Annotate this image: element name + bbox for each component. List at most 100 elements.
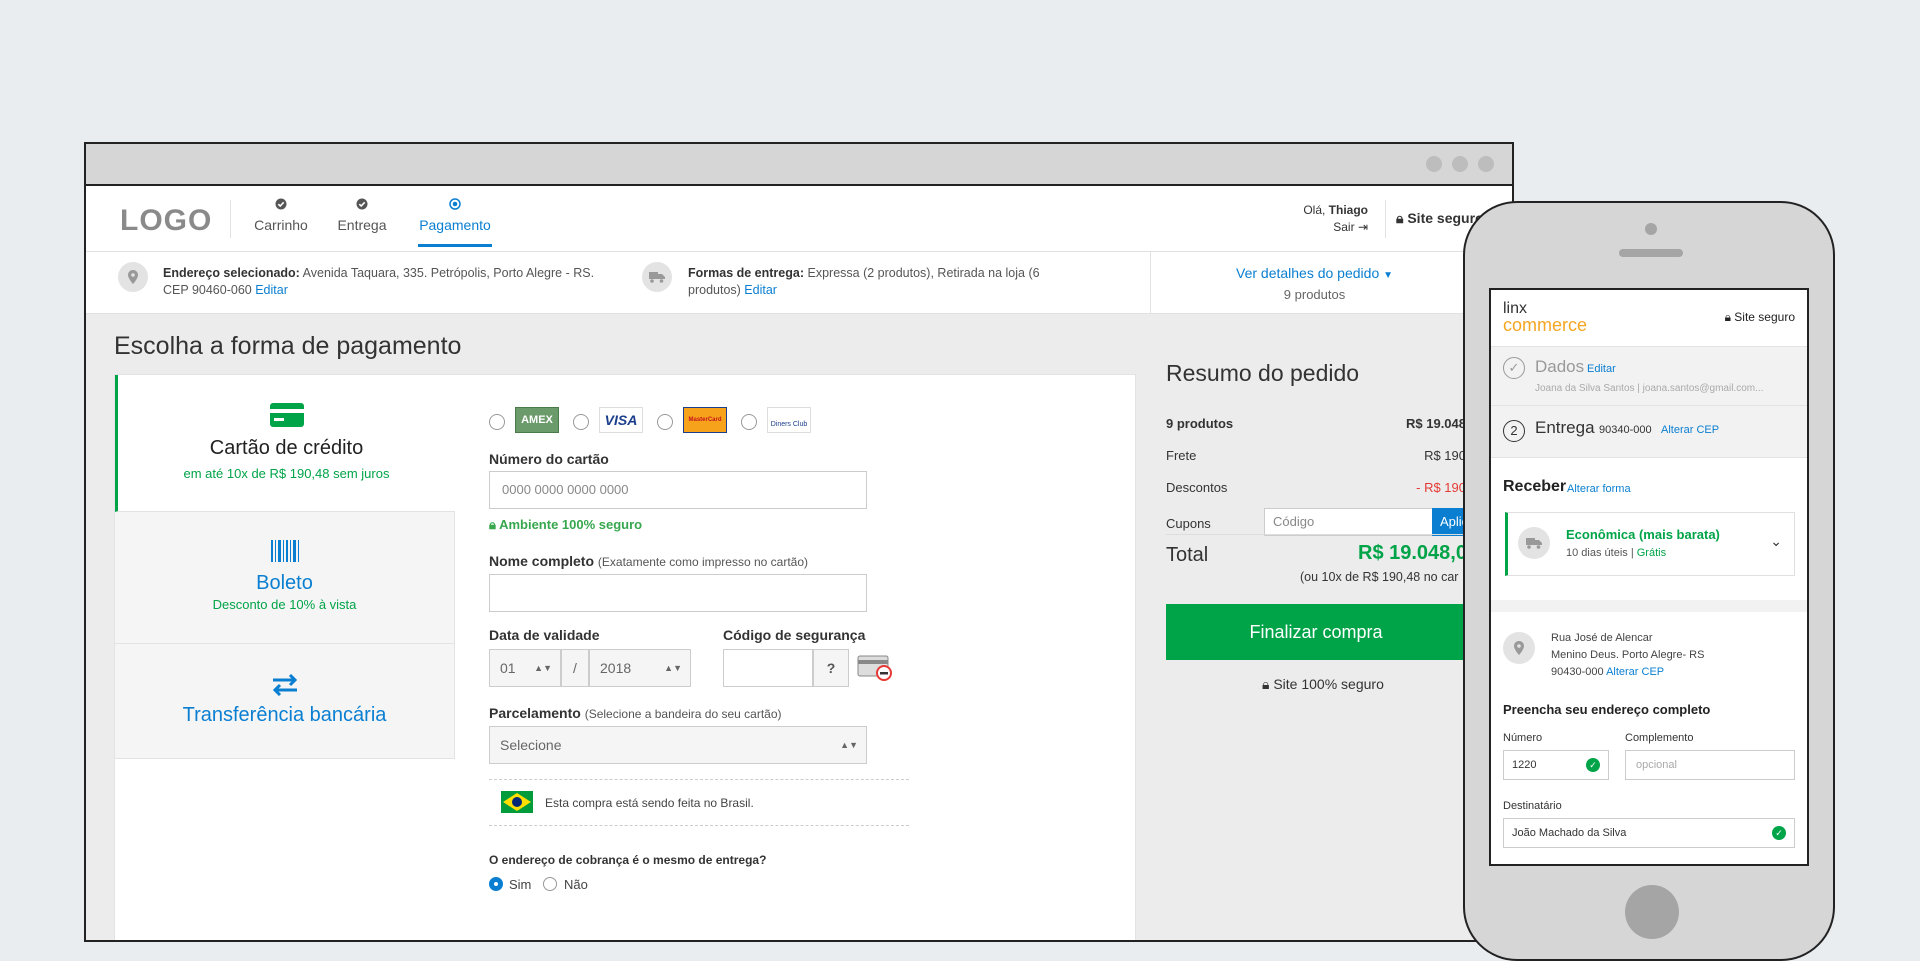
validity-label: Data de validade	[489, 627, 600, 643]
tab-boleto[interactable]: Boleto Desconto de 10% à vista	[115, 512, 455, 644]
cvv-input[interactable]	[723, 649, 813, 687]
numero-label: Número	[1503, 732, 1543, 744]
chevron-down-icon: ⌄	[1770, 533, 1782, 549]
installments-label: Parcelamento (Selecione a bandeira do se…	[489, 705, 782, 721]
shipping-option-card[interactable]: Econômica (mais barata) 10 dias úteis | …	[1505, 512, 1795, 576]
finalize-purchase-button[interactable]: Finalizar compra	[1166, 604, 1466, 660]
browser-titlebar	[86, 144, 1512, 186]
mobile-screen: linx commerce 🔒︎ Site seguro ✓ Dados Edi…	[1489, 288, 1809, 866]
card-brand-radio[interactable]	[573, 414, 589, 430]
lock-icon: 🔒︎	[1262, 676, 1270, 692]
step-number: 2	[1503, 420, 1525, 442]
card-brand-radio[interactable]	[489, 414, 505, 430]
mobile-step-dados: ✓ Dados Editar Joana da Silva Santos | j…	[1491, 346, 1807, 406]
cvv-help-icon[interactable]: ?	[813, 649, 849, 687]
edit-address-link[interactable]: Editar	[255, 283, 288, 297]
summary-discounts-row: Descontos - R$ 190	[1166, 480, 1466, 495]
check-circle-icon	[334, 198, 390, 214]
user-name: Thiago	[1328, 203, 1368, 217]
year-select[interactable]: 2018 ▲▼	[589, 649, 691, 687]
delivery-methods: Formas de entrega: Expressa (2 produtos)…	[688, 266, 1040, 297]
logout-icon: ⇥	[1357, 220, 1368, 234]
destinatario-label: Destinatário	[1503, 800, 1562, 812]
brazil-flag-icon	[501, 791, 533, 813]
numero-input[interactable]: 1220 ✓	[1503, 750, 1609, 780]
credit-card-icon	[269, 403, 304, 427]
billing-same-yes-radio[interactable]	[489, 877, 503, 891]
installments-select[interactable]: Selecione ▲▼	[489, 726, 867, 764]
mobile-step-entrega: 2 Entrega 90340-000 Alterar CEP	[1491, 406, 1807, 458]
complemento-input[interactable]: opcional	[1625, 750, 1795, 780]
lock-icon: 🔒︎	[1396, 210, 1404, 226]
full-name-input[interactable]	[489, 574, 867, 612]
cvv-label: Código de segurança	[723, 627, 866, 643]
dot-circle-icon	[418, 198, 492, 214]
step-carrinho[interactable]: Carrinho	[252, 198, 310, 233]
coupon-input[interactable]: Código	[1264, 508, 1438, 536]
summary-products-row: 9 produtos R$ 19.048	[1166, 416, 1466, 431]
infobar-divider	[1150, 252, 1151, 314]
safe-site-note: 🔒︎ Site 100% seguro	[1262, 676, 1384, 692]
billing-question: O endereço de cobrança é o mesmo de entr…	[489, 853, 767, 867]
amex-logo: AMEX	[515, 407, 559, 433]
card-number-input[interactable]: 0000 0000 0000 0000	[489, 471, 867, 509]
lock-icon: 🔒︎	[489, 517, 496, 532]
order-details-toggle[interactable]: Ver detalhes do pedido ▼ 9 produtos	[1236, 264, 1393, 304]
destinatario-input[interactable]: João Machado da Silva ✓	[1503, 818, 1795, 848]
desktop-browser-window: LOGO Carrinho Entrega Pagamento Olá, Thi…	[84, 142, 1514, 942]
billing-same-no-radio[interactable]	[543, 877, 557, 891]
card-brand-radio[interactable]	[657, 414, 673, 430]
updown-icon: ▲▼	[664, 663, 682, 673]
window-dot	[1452, 156, 1468, 172]
tab-credit-card[interactable]: Cartão de crédito em até 10x de R$ 190,4…	[115, 375, 455, 512]
full-name-label: Nome completo (Exatamente como impresso …	[489, 553, 808, 569]
valid-check-icon: ✓	[1586, 758, 1600, 772]
alter-delivery-link[interactable]: Alterar forma	[1567, 483, 1631, 495]
header-divider	[230, 200, 231, 238]
barcode-icon	[270, 540, 299, 562]
card-brand-radio[interactable]	[741, 414, 757, 430]
window-dot	[1478, 156, 1494, 172]
page-title: Escolha a forma de pagamento	[114, 332, 462, 360]
brazil-purchase-note: Esta compra está sendo feita no Brasil.	[545, 796, 754, 810]
complete-address-title: Preencha seu endereço completo	[1503, 702, 1711, 717]
phone-home-button[interactable]	[1625, 885, 1679, 939]
credit-card-form: AMEX VISA MasterCard Diners Club Número …	[489, 375, 1109, 940]
user-greeting: Olá, Thiago Sair ⇥	[1303, 203, 1368, 236]
step-entrega[interactable]: Entrega	[334, 198, 390, 233]
check-circle-icon	[252, 198, 310, 214]
alter-cep-link[interactable]: Alterar CEP	[1606, 666, 1664, 678]
updown-icon: ▲▼	[840, 740, 858, 750]
mobile-secure-badge: 🔒︎ Site seguro	[1724, 310, 1795, 324]
payment-panel: Cartão de crédito em até 10x de R$ 190,4…	[114, 374, 1136, 940]
updown-icon: ▲▼	[534, 663, 552, 673]
month-select[interactable]: 01 ▲▼	[489, 649, 561, 687]
mobile-delivery-address: Rua José de Alencar Menino Deus. Porto A…	[1551, 632, 1705, 678]
lock-icon: 🔒︎	[1724, 310, 1731, 324]
header-divider	[1385, 200, 1386, 238]
selected-address: Endereço selecionado: Avenida Taquara, 3…	[163, 266, 595, 297]
transfer-arrows-icon	[272, 674, 297, 696]
diners-club-logo: Diners Club	[767, 407, 811, 433]
logout-link[interactable]: Sair ⇥	[1303, 219, 1368, 236]
tab-bank-transfer[interactable]: Transferência bancária	[115, 644, 455, 759]
summary-shipping-row: Frete R$ 190	[1166, 448, 1466, 463]
step-pagamento[interactable]: Pagamento	[418, 198, 492, 247]
card-number-label: Número do cartão	[489, 451, 609, 467]
mobile-phone-frame: linx commerce 🔒︎ Site seguro ✓ Dados Edi…	[1463, 201, 1835, 961]
alter-cep-link[interactable]: Alterar CEP	[1661, 424, 1719, 436]
payment-method-tabs: Cartão de crédito em até 10x de R$ 190,4…	[115, 375, 455, 940]
truck-icon	[1518, 527, 1550, 559]
summary-title: Resumo do pedido	[1166, 360, 1360, 386]
phone-camera	[1645, 223, 1657, 235]
total-installments: (ou 10x de R$ 190,48 no car	[1300, 570, 1459, 584]
edit-delivery-link[interactable]: Editar	[744, 283, 777, 297]
cvv-card-icon	[857, 655, 892, 681]
receber-label: Receber	[1503, 478, 1567, 495]
phone-speaker	[1619, 249, 1683, 257]
secure-environment: 🔒︎ Ambiente 100% seguro	[489, 517, 643, 532]
total-value: R$ 19.048,0	[1358, 542, 1467, 564]
valid-check-icon: ✓	[1772, 826, 1786, 840]
total-label: Total	[1166, 544, 1209, 566]
edit-dados-link[interactable]: Editar	[1587, 363, 1616, 375]
